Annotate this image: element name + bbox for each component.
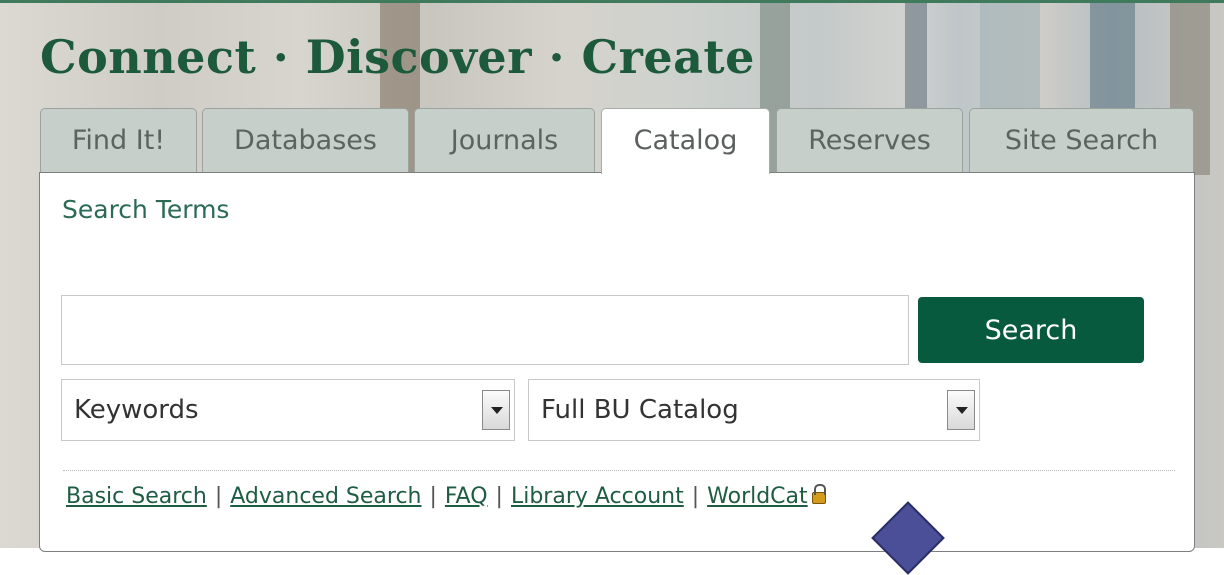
faq-link[interactable]: FAQ (445, 484, 488, 509)
top-border (0, 0, 1224, 3)
search-field-value: Keywords (74, 395, 199, 425)
link-separator: | (495, 484, 503, 509)
search-button[interactable]: Search (918, 297, 1144, 363)
tab-find-it[interactable]: Find It! (40, 108, 197, 172)
tab-reserves[interactable]: Reserves (776, 108, 963, 172)
catalog-scope-value: Full BU Catalog (541, 395, 739, 425)
search-terms-label: Search Terms (62, 195, 230, 224)
advanced-search-link[interactable]: Advanced Search (230, 484, 421, 509)
chevron-down-icon[interactable] (482, 390, 510, 430)
chevron-down-icon[interactable] (947, 390, 975, 430)
divider (63, 470, 1175, 471)
search-field-select[interactable]: Keywords (61, 379, 515, 441)
library-account-link[interactable]: Library Account (511, 484, 684, 509)
search-links: Basic Search | Advanced Search | FAQ | Library… (66, 484, 826, 509)
tab-databases[interactable]: Databases (202, 108, 409, 172)
tab-journals[interactable]: Journals (414, 108, 595, 172)
link-separator: | (214, 484, 223, 509)
tab-site-search[interactable]: Site Search (969, 108, 1194, 172)
catalog-scope-select[interactable]: Full BU Catalog (528, 379, 980, 441)
worldcat-link[interactable]: WorldCat (707, 484, 808, 509)
page-tagline: Connect · Discover · Create (40, 30, 755, 84)
lock-icon (811, 484, 826, 504)
tab-catalog[interactable]: Catalog (601, 108, 770, 174)
search-input[interactable] (61, 295, 909, 365)
catalog-search-panel: Search Terms Search Keywords Full BU Cat… (39, 172, 1195, 552)
basic-search-link[interactable]: Basic Search (66, 484, 207, 509)
link-separator: | (691, 484, 700, 509)
link-separator: | (429, 484, 437, 509)
